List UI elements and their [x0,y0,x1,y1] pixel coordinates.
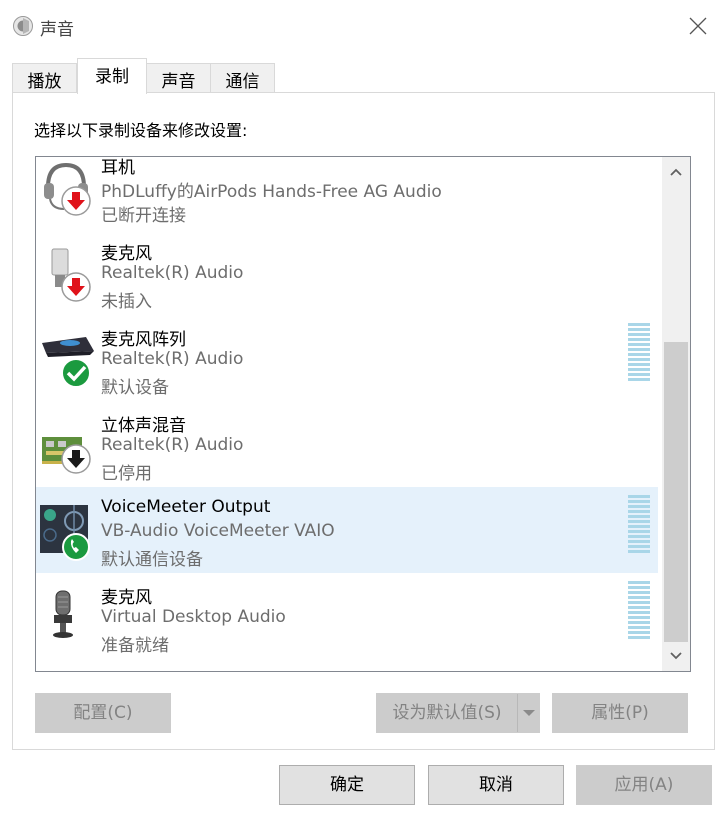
device-status: 准备就绪 [101,636,169,656]
device-name: 麦克风阵列 [101,330,186,350]
list-item-headset[interactable]: 耳机 PhDLuffy的AirPods Hands-Free AG Audio … [36,157,658,229]
scroll-down-button[interactable] [662,643,690,669]
instruction-text: 选择以下录制设备来修改设置: [34,121,248,140]
level-meter [628,323,650,381]
device-name: 立体声混音 [101,416,186,436]
title-bar: 声音 [0,0,727,52]
list-item-stereo-mix[interactable]: 立体声混音 Realtek(R) Audio 已停用 [36,401,658,487]
set-default-dropdown[interactable] [517,694,539,732]
device-driver: Realtek(R) Audio [101,349,244,369]
tab-communications[interactable]: 通信 [210,63,275,93]
chevron-down-icon [523,710,535,716]
device-name: 麦克风 [101,588,152,608]
list-item-virtual-desktop-microphone[interactable]: 麦克风 Virtual Desktop Audio 准备就绪 [36,573,658,659]
close-button[interactable] [681,12,715,40]
chevron-up-icon [670,168,682,176]
disabled-down-arrow-icon [61,444,91,474]
configure-button[interactable]: 配置(C) [35,693,171,733]
microphone-array-icon [40,329,96,389]
device-name: 麦克风 [101,244,152,264]
list-item-microphone-array[interactable]: 麦克风阵列 Realtek(R) Audio 默认设备 [36,315,658,401]
set-default-label: 设为默认值(S) [392,703,502,723]
device-driver: VB-Audio VoiceMeeter VAIO [101,521,335,541]
device-status: 已断开连接 [101,206,186,226]
default-checkmark-icon [61,358,91,388]
recording-device-list[interactable]: 耳机 PhDLuffy的AirPods Hands-Free AG Audio … [35,156,691,672]
device-driver: Virtual Desktop Audio [101,607,286,627]
studio-microphone-icon [40,587,96,647]
device-status: 已停用 [101,464,152,484]
device-name: 耳机 [101,158,135,178]
speaker-icon [12,15,34,37]
close-icon [689,17,707,35]
tab-sounds[interactable]: 声音 [146,63,211,93]
device-name: VoiceMeeter Output [101,497,271,517]
properties-button[interactable]: 属性(P) [552,693,688,733]
device-driver: Realtek(R) Audio [101,435,244,455]
device-status: 未插入 [101,292,152,312]
list-item-microphone-realtek[interactable]: 麦克风 Realtek(R) Audio 未插入 [36,229,658,315]
device-driver: PhDLuffy的AirPods Hands-Free AG Audio [101,182,442,202]
chevron-down-icon [670,652,682,660]
apply-button[interactable]: 应用(A) [576,765,712,805]
level-meter [628,581,650,639]
microphone-icon [40,243,96,303]
list-scrollbar[interactable] [662,157,690,671]
headset-icon [40,157,96,217]
tab-playback[interactable]: 播放 [12,63,77,93]
voicemeeter-icon [40,501,96,561]
scroll-thumb[interactable] [664,342,688,642]
communications-phone-icon [62,533,90,561]
recording-panel: 选择以下录制设备来修改设置: 耳机 PhDLuffy的AirPods Hands… [12,92,715,750]
device-status: 默认设备 [101,378,169,398]
window-title: 声音 [40,20,74,40]
disconnected-red-arrow-icon [61,186,91,216]
sound-card-icon [40,415,96,475]
scroll-up-button[interactable] [662,159,690,185]
ok-button[interactable]: 确定 [279,765,415,805]
device-status: 默认通信设备 [101,550,203,570]
cancel-button[interactable]: 取消 [428,765,564,805]
device-driver: Realtek(R) Audio [101,263,244,283]
tab-recording[interactable]: 录制 [77,58,147,94]
level-meter [628,495,650,553]
unplugged-red-arrow-icon [61,272,91,302]
set-default-button[interactable]: 设为默认值(S) [376,693,540,733]
list-item-voicemeeter-output[interactable]: VoiceMeeter Output VB-Audio VoiceMeeter … [36,487,658,573]
